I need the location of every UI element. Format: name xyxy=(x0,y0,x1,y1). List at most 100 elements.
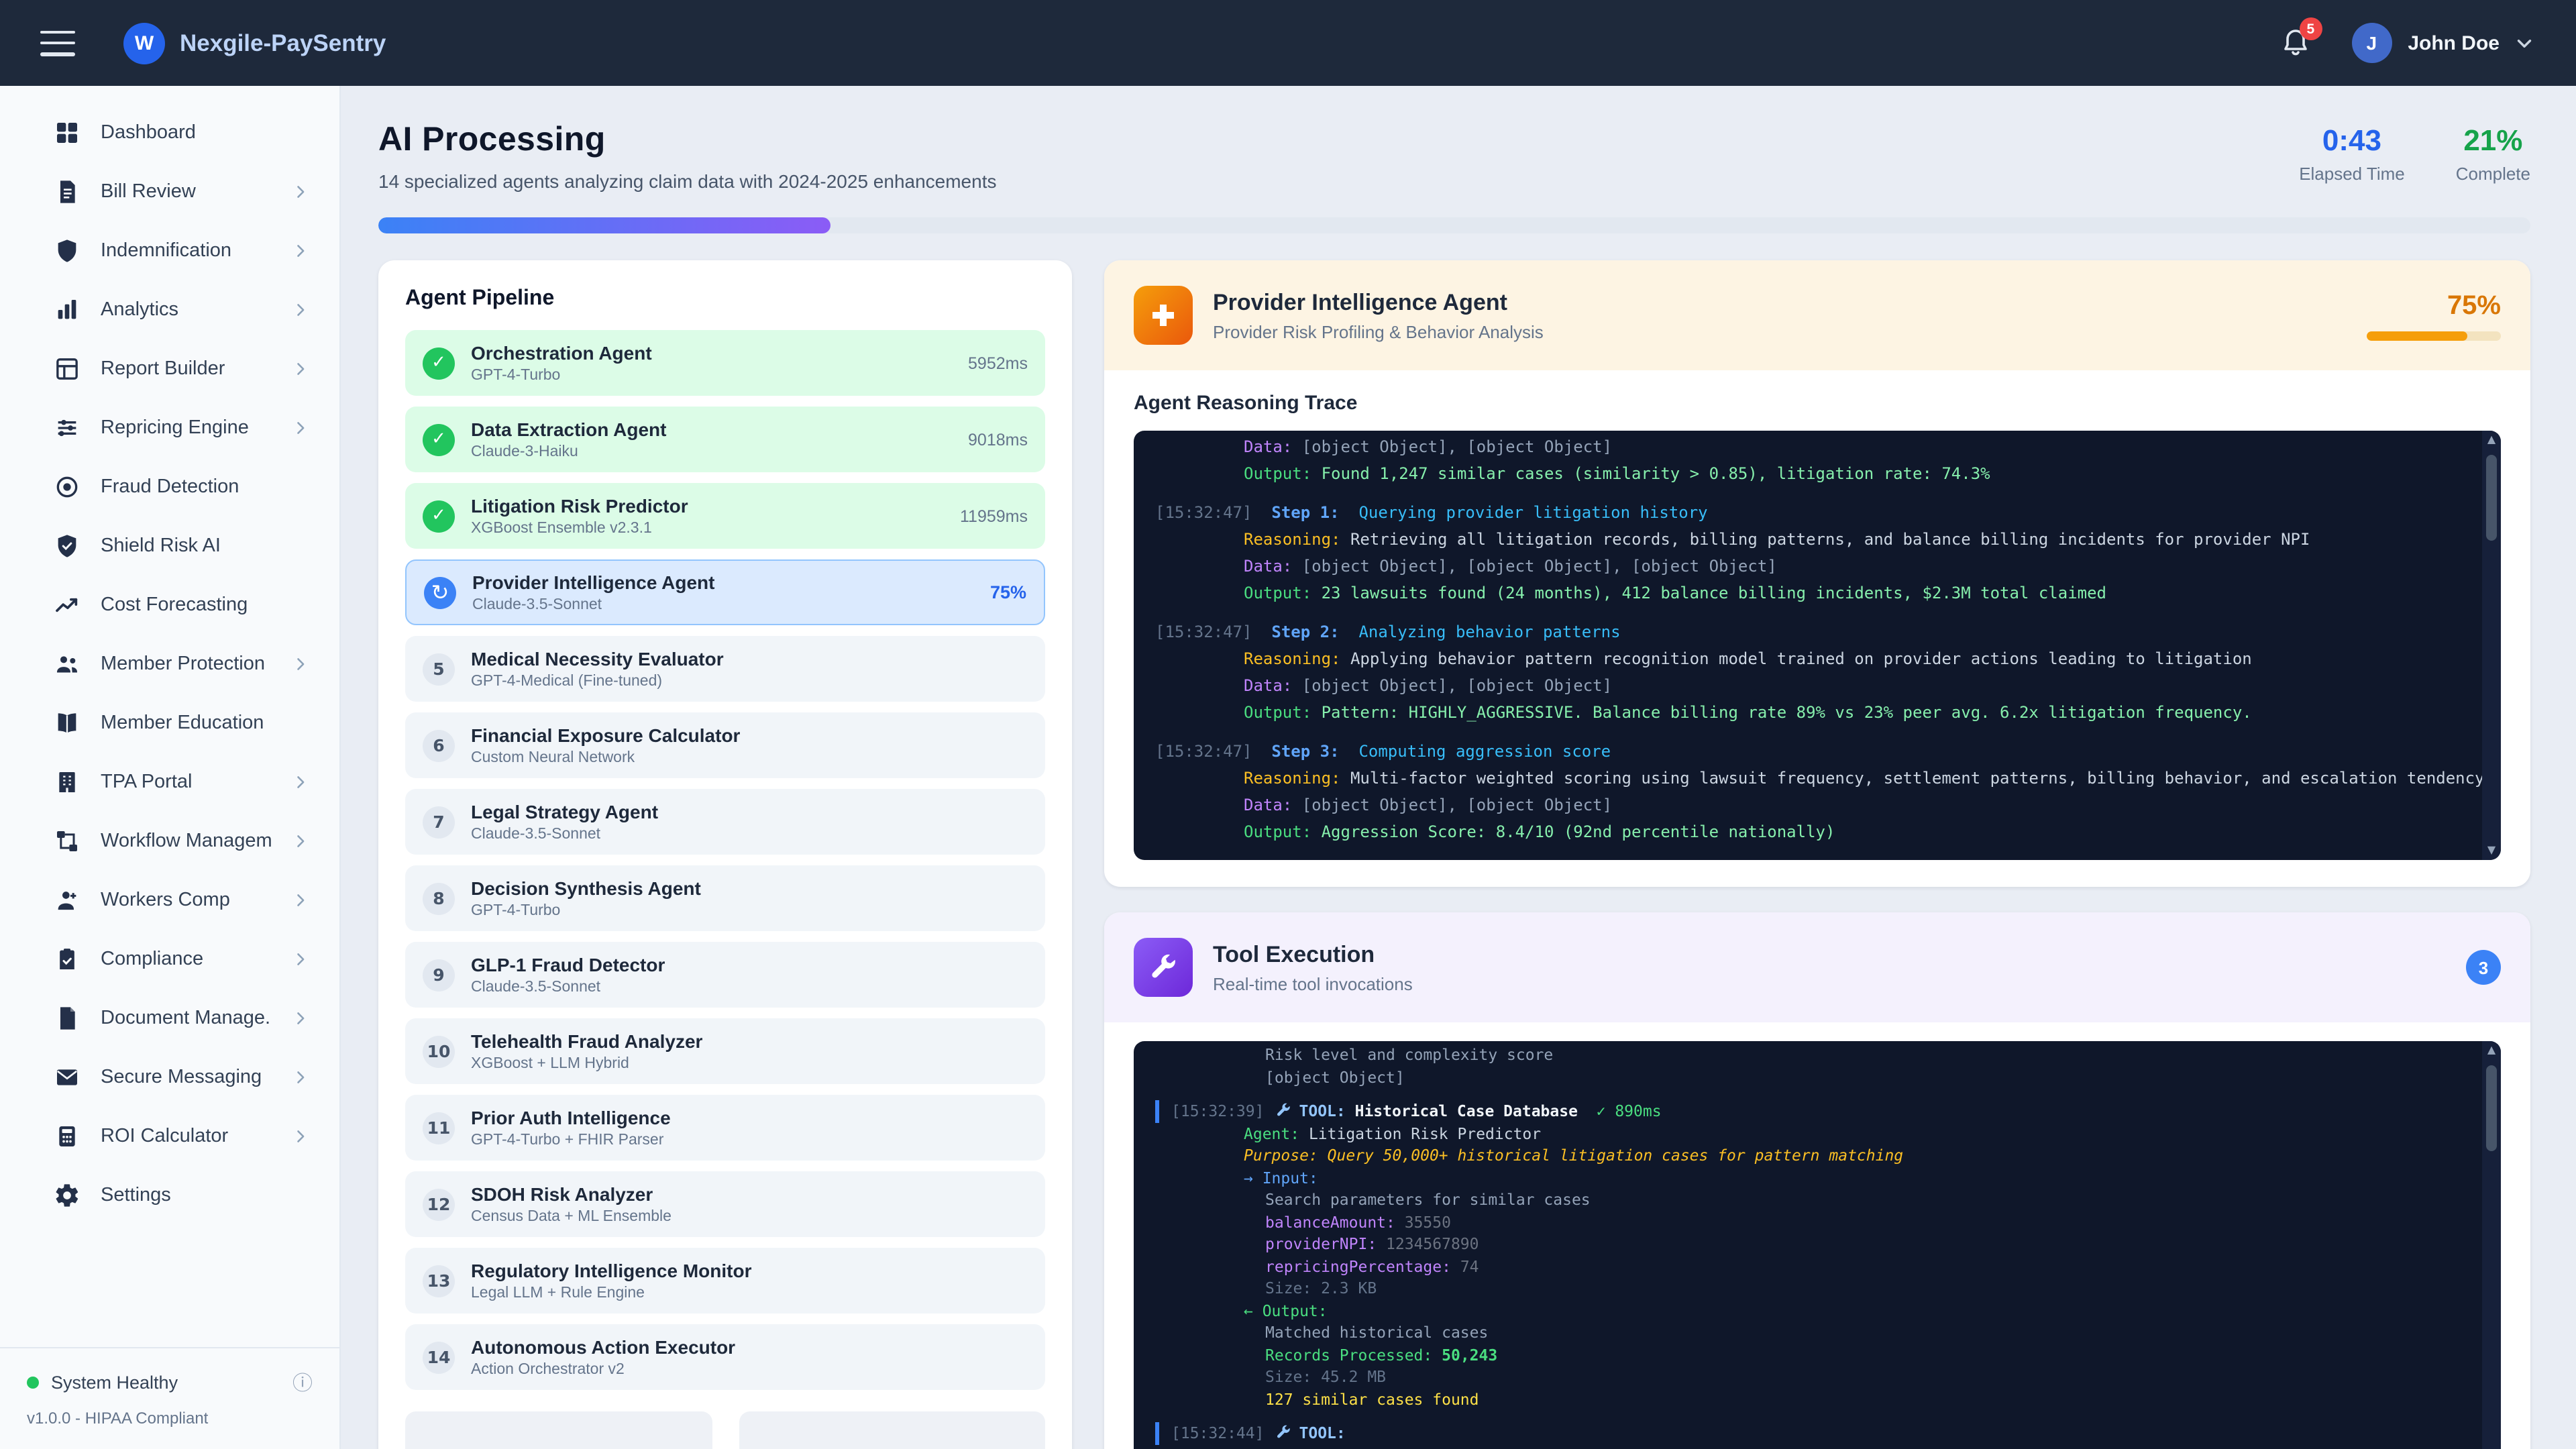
terminal-line: Search parameters for similar cases xyxy=(1155,1189,2461,1211)
agent-name: SDOH Risk Analyzer xyxy=(471,1183,1028,1205)
notification-badge: 5 xyxy=(2299,17,2322,40)
terminal-line: [15:32:47] Step 2: Analyzing behavior pa… xyxy=(1155,619,2461,645)
wrench-icon xyxy=(1134,938,1193,997)
scroll-up-arrow[interactable]: ▲ xyxy=(2487,435,2496,445)
sidebar-item-label: Settings xyxy=(101,1185,310,1206)
complete-stat: 21% Complete xyxy=(2456,123,2530,184)
agent-step-number: 14 xyxy=(423,1341,455,1373)
terminal-line: Reasoning: Multi-factor weighted scoring… xyxy=(1155,765,2461,792)
terminal-line: Size: 45.2 MB xyxy=(1155,1366,2461,1388)
chevron-down-icon[interactable] xyxy=(2513,32,2536,54)
agent-model: XGBoost + LLM Hybrid xyxy=(471,1056,1028,1072)
terminal-scrollbar[interactable]: ▲ ▼ xyxy=(2482,431,2501,860)
sidebar-item-fraud-detection[interactable]: Fraud Detection xyxy=(0,458,339,517)
terminal-line: ← Output: xyxy=(1155,1299,2461,1322)
reasoning-trace-terminal[interactable]: Data: [object Object], [object Object]Ou… xyxy=(1134,431,2501,860)
chevron-right-icon xyxy=(291,1127,310,1146)
pipeline-agent-medical-necessity-evaluator[interactable]: 5Medical Necessity EvaluatorGPT-4-Medica… xyxy=(405,636,1045,702)
sidebar-item-label: Secure Messaging xyxy=(101,1067,271,1088)
sidebar-item-settings[interactable]: Settings xyxy=(0,1166,339,1225)
sidebar-item-tpa-portal[interactable]: TPA Portal xyxy=(0,753,339,812)
sidebar-item-analytics[interactable]: Analytics xyxy=(0,280,339,339)
sidebar-item-roi-calculator[interactable]: ROI Calculator xyxy=(0,1107,339,1166)
sidebar-item-workers-comp[interactable]: Workers Comp xyxy=(0,871,339,930)
sidebar-item-label: Compliance xyxy=(101,949,271,970)
sidebar-item-dashboard[interactable]: Dashboard xyxy=(0,103,339,162)
user-name[interactable]: John Doe xyxy=(2408,32,2500,54)
pipeline-agent-orchestration-agent[interactable]: ✓Orchestration AgentGPT-4-Turbo5952ms xyxy=(405,330,1045,396)
agent-name: Data Extraction Agent xyxy=(471,419,952,440)
wrench-icon xyxy=(1275,1424,1293,1441)
sidebar-item-cost-forecasting[interactable]: Cost Forecasting xyxy=(0,576,339,635)
tool-panel-title: Tool Execution xyxy=(1213,941,2446,968)
system-health-dot xyxy=(27,1377,39,1389)
agent-panel-title: Provider Intelligence Agent xyxy=(1213,289,2347,316)
medical-plus-icon xyxy=(1134,286,1193,345)
pipeline-agent-decision-synthesis-agent[interactable]: 8Decision Synthesis AgentGPT-4-Turbo xyxy=(405,865,1045,931)
gear-icon xyxy=(54,1182,80,1209)
check-icon: ✓ xyxy=(423,423,455,455)
agent-duration: 11959ms xyxy=(960,506,1028,525)
scrollbar-thumb[interactable] xyxy=(2486,1065,2497,1151)
sidebar-item-label: Member Protection xyxy=(101,653,271,675)
sidebar-item-bill-review[interactable]: Bill Review xyxy=(0,162,339,221)
check-icon: ✓ xyxy=(423,347,455,379)
agent-step-number: 13 xyxy=(423,1265,455,1297)
agent-model: GPT-4-Turbo xyxy=(471,903,1028,919)
page-header: AI Processing 14 specialized agents anal… xyxy=(378,121,2530,192)
pipeline-agent-sdoh-risk-analyzer[interactable]: 12SDOH Risk AnalyzerCensus Data + ML Ens… xyxy=(405,1171,1045,1237)
terminal-scrollbar[interactable]: ▲ ▼ xyxy=(2482,1041,2501,1449)
agent-name: Financial Exposure Calculator xyxy=(471,724,1028,746)
sidebar-item-member-education[interactable]: Member Education xyxy=(0,694,339,753)
pipeline-agent-legal-strategy-agent[interactable]: 7Legal Strategy AgentClaude-3.5-Sonnet xyxy=(405,789,1045,855)
sidebar-item-indemnification[interactable]: Indemnification xyxy=(0,221,339,280)
agent-pipeline-panel: Agent Pipeline ✓Orchestration AgentGPT-4… xyxy=(378,260,1072,1449)
scroll-up-arrow[interactable]: ▲ xyxy=(2487,1045,2496,1056)
sidebar-item-repricing-engine[interactable]: Repricing Engine xyxy=(0,398,339,458)
agent-model: Claude-3.5-Sonnet xyxy=(472,597,974,613)
chevron-right-icon xyxy=(291,360,310,378)
pipeline-agent-provider-intelligence-agent[interactable]: ↻Provider Intelligence AgentClaude-3.5-S… xyxy=(405,559,1045,625)
chevron-right-icon xyxy=(291,891,310,910)
pipeline-agent-regulatory-intelligence-monitor[interactable]: 13Regulatory Intelligence MonitorLegal L… xyxy=(405,1248,1045,1313)
scrollbar-thumb[interactable] xyxy=(2486,455,2497,541)
workflow-icon xyxy=(54,828,80,855)
agent-name: Provider Intelligence Agent xyxy=(472,572,974,593)
shield-check-icon xyxy=(54,533,80,559)
pipeline-agent-telehealth-fraud-analyzer[interactable]: 10Telehealth Fraud AnalyzerXGBoost + LLM… xyxy=(405,1018,1045,1084)
notifications-button[interactable]: 5 xyxy=(2279,27,2311,59)
tool-execution-terminal[interactable]: Risk level and complexity score[object O… xyxy=(1134,1041,2501,1449)
brand-logo[interactable]: W xyxy=(123,22,165,64)
sidebar-item-document-manage[interactable]: Document Manage... xyxy=(0,989,339,1048)
agent-progress-value: 75% xyxy=(2367,290,2501,321)
sliders-icon xyxy=(54,415,80,441)
pipeline-agent-prior-auth-intelligence[interactable]: 11Prior Auth IntelligenceGPT-4-Turbo + F… xyxy=(405,1095,1045,1161)
pipeline-agent-data-extraction-agent[interactable]: ✓Data Extraction AgentClaude-3-Haiku9018… xyxy=(405,407,1045,472)
info-icon[interactable]: ⓘ xyxy=(292,1368,313,1397)
sidebar-item-secure-messaging[interactable]: Secure Messaging xyxy=(0,1048,339,1107)
sidebar-item-report-builder[interactable]: Report Builder xyxy=(0,339,339,398)
agent-model: XGBoost Ensemble v2.3.1 xyxy=(471,521,944,537)
sidebar-item-member-protection[interactable]: Member Protection xyxy=(0,635,339,694)
shield-icon xyxy=(54,237,80,264)
chevron-right-icon xyxy=(291,773,310,792)
agent-step-number: 5 xyxy=(423,653,455,685)
sidebar-item-compliance[interactable]: Compliance xyxy=(0,930,339,989)
sidebar-item-label: Bill Review xyxy=(101,181,271,203)
terminal-line: → Input: xyxy=(1155,1167,2461,1189)
menu-icon[interactable] xyxy=(40,30,75,56)
agent-step-number: 12 xyxy=(423,1188,455,1220)
chevron-right-icon xyxy=(291,950,310,969)
app-version: v1.0.0 - HIPAA Compliant xyxy=(27,1409,313,1428)
scroll-down-arrow[interactable]: ▼ xyxy=(2487,845,2496,856)
sidebar-item-shield-risk-ai[interactable]: Shield Risk AI xyxy=(0,517,339,576)
agent-name: Regulatory Intelligence Monitor xyxy=(471,1260,1028,1281)
pipeline-agent-litigation-risk-predictor[interactable]: ✓Litigation Risk PredictorXGBoost Ensemb… xyxy=(405,483,1045,549)
terminal-line: [15:32:47] Step 3: Computing aggression … xyxy=(1155,738,2461,765)
pipeline-agent-financial-exposure-calculator[interactable]: 6Financial Exposure CalculatorCustom Neu… xyxy=(405,712,1045,778)
sidebar-item-label: Repricing Engine xyxy=(101,417,271,439)
sidebar-item-workflow-managem[interactable]: Workflow Managem... xyxy=(0,812,339,871)
avatar[interactable]: J xyxy=(2351,23,2392,63)
pipeline-agent-glp-1-fraud-detector[interactable]: 9GLP-1 Fraud DetectorClaude-3.5-Sonnet xyxy=(405,942,1045,1008)
pipeline-agent-autonomous-action-executor[interactable]: 14Autonomous Action ExecutorAction Orche… xyxy=(405,1324,1045,1390)
